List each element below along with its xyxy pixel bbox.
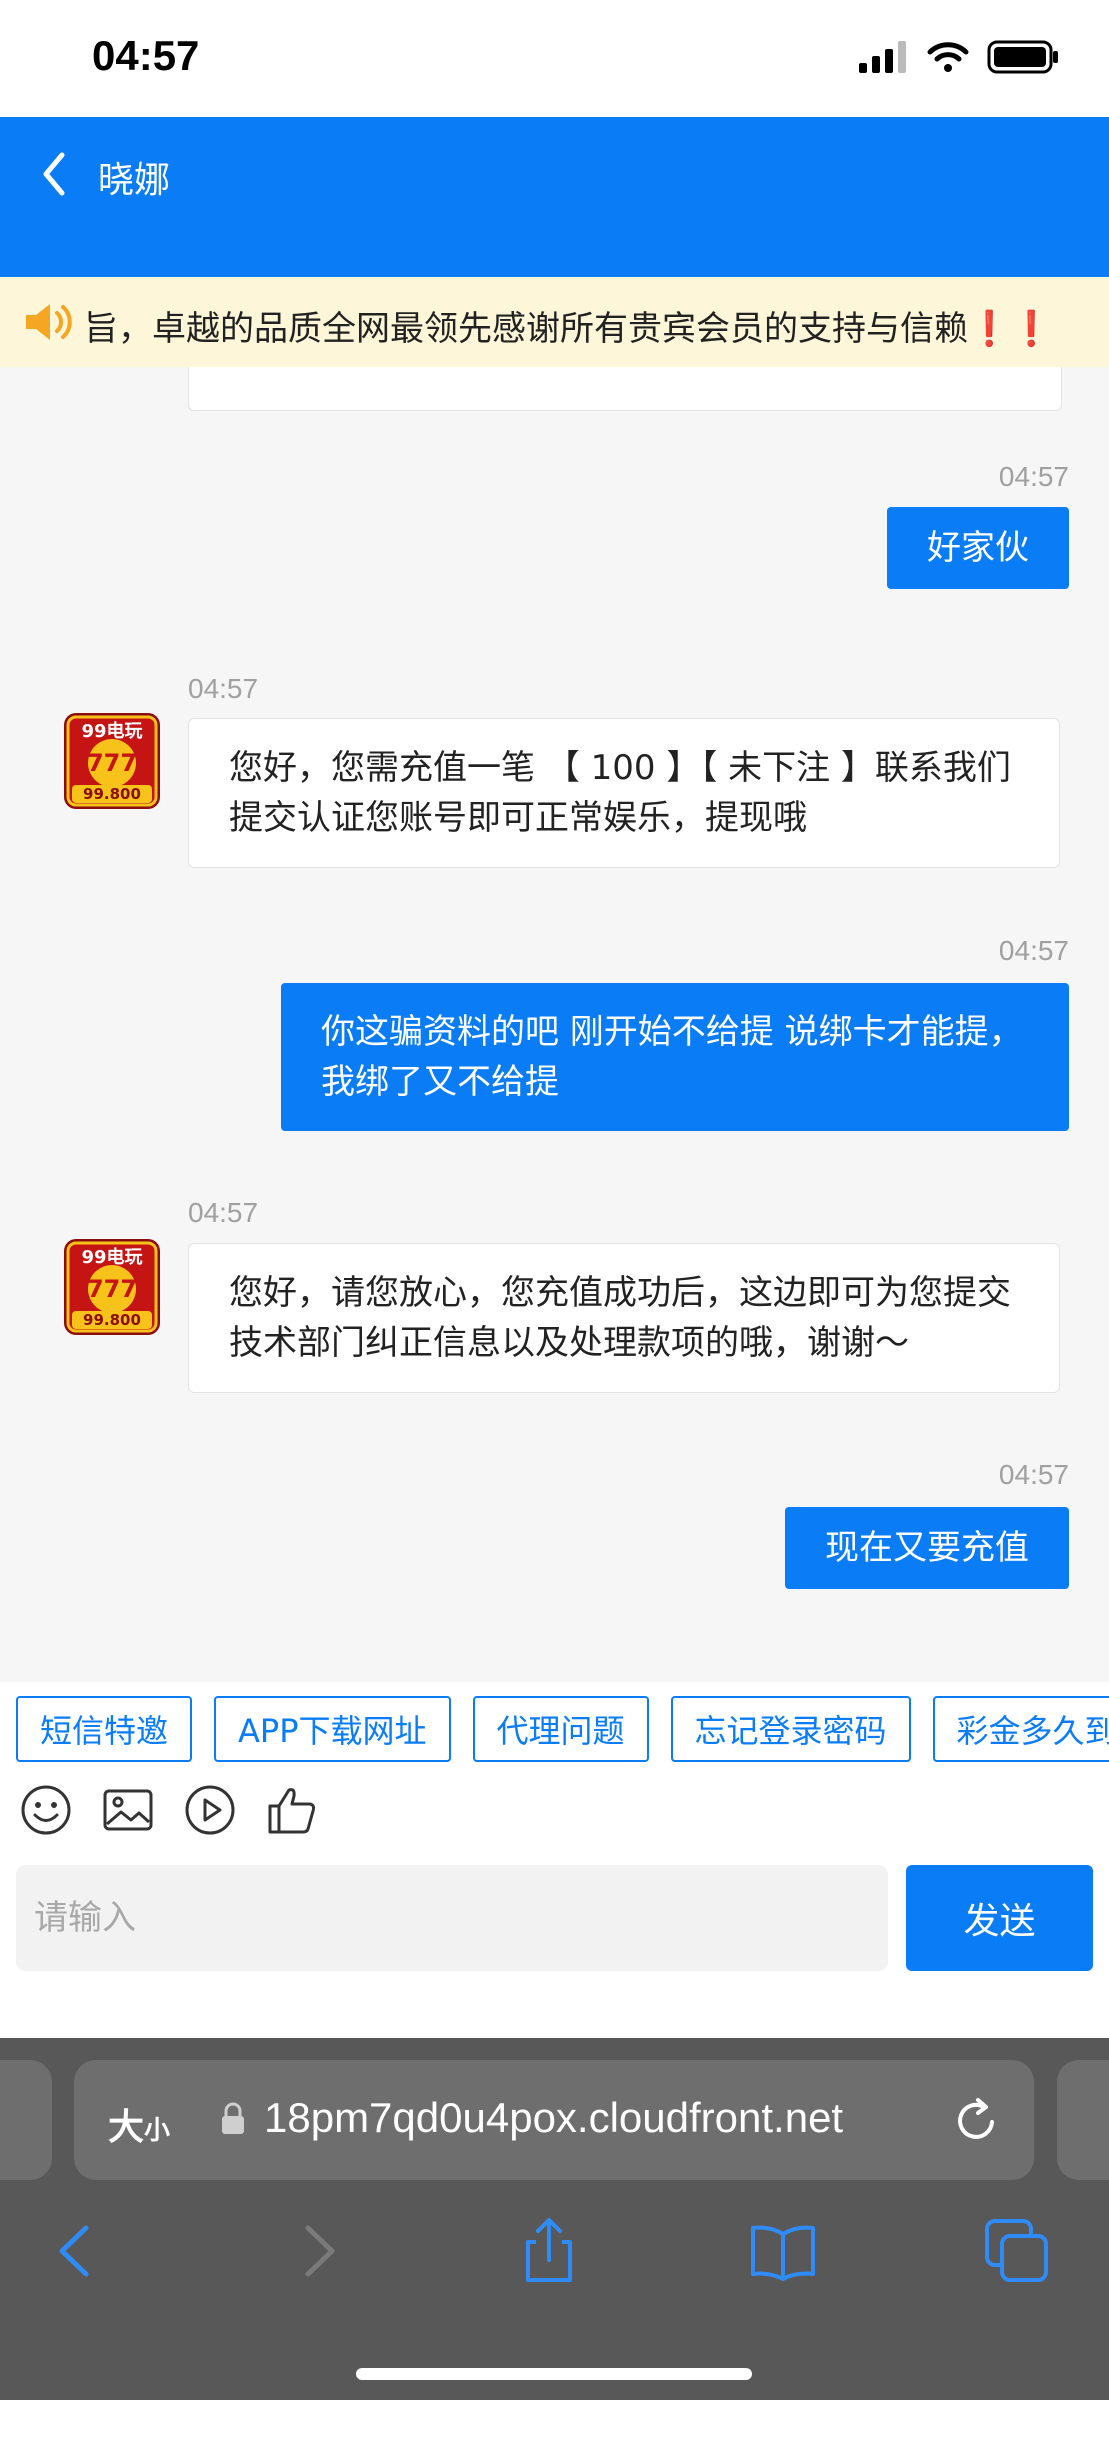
message-time: 04:57 (188, 673, 259, 704)
message-bubble-sent: 现在又要充值 (785, 1507, 1069, 1589)
announcement-body: 旨，卓越的品质全网最领先感谢所有贵宾会员的支持与信赖 (84, 309, 968, 349)
browser-nav (0, 2216, 1109, 2306)
share-icon[interactable] (514, 2216, 584, 2286)
composer-tools (20, 1784, 318, 1836)
agent-avatar[interactable]: 777 99电玩 99.800 (64, 1239, 160, 1335)
message-bubble-received: 您好，您需充值一笔 【 100 】【 未下注 】联系我们提交认证您账号即可正常娱… (188, 718, 1060, 868)
message-bubble-received: 您好，请您放心，您充值成功后，这边即可为您提交技术部门纠正信息以及处理款项的哦，… (188, 1243, 1060, 1393)
svg-text:777: 777 (87, 749, 137, 777)
browser-forward-icon[interactable] (282, 2216, 352, 2286)
thumbs-up-icon[interactable] (266, 1784, 318, 1836)
battery-icon (987, 40, 1058, 74)
quick-reply-forgot-password[interactable]: 忘记登录密码 (670, 1696, 911, 1762)
status-bar: 04:57 (0, 0, 1109, 117)
image-icon[interactable] (102, 1784, 154, 1836)
quick-reply-agent-question[interactable]: 代理问题 (472, 1696, 649, 1762)
text-size-large: 大 (108, 2107, 145, 2148)
contact-name: 晓娜 (98, 160, 171, 201)
announcement-exclamation: ❗❗ (968, 309, 1053, 349)
status-icons (859, 40, 1059, 74)
message-time: 04:57 (188, 1197, 259, 1228)
announcement-banner: 旨，卓越的品质全网最领先感谢所有贵宾会员的支持与信赖❗❗ (0, 277, 1109, 367)
home-indicator[interactable] (356, 2368, 752, 2380)
message-input-wrapper (16, 1865, 888, 1971)
emoji-icon[interactable] (20, 1784, 72, 1836)
tabs-icon[interactable] (982, 2216, 1052, 2286)
announcement-text: 旨，卓越的品质全网最领先感谢所有贵宾会员的支持与信赖❗❗ (84, 301, 1053, 350)
message-bubble-sent: 你这骗资料的吧 刚开始不给提 说绑卡才能提，我绑了又不给提 (281, 983, 1069, 1131)
message-time: 04:57 (998, 935, 1069, 966)
video-icon[interactable] (184, 1784, 236, 1836)
agent-avatar[interactable]: 777 99电玩 99.800 (64, 713, 160, 809)
next-tab-preview[interactable] (1057, 2060, 1109, 2180)
bookmarks-icon[interactable] (748, 2216, 818, 2286)
lock-icon (222, 2102, 244, 2134)
quick-reply-row[interactable]: 短信特邀 APP下载网址 代理问题 忘记登录密码 彩金多久到账 (16, 1696, 1109, 1762)
speaker-icon (26, 304, 72, 340)
send-button[interactable]: 发送 (906, 1865, 1093, 1971)
chat-area[interactable]: 04:57 好家伙 04:57 777 99电玩 99.800 您好，您需充值一… (0, 367, 1109, 1682)
quick-reply-bonus-time[interactable]: 彩金多久到账 (932, 1696, 1109, 1762)
avatar-logo-icon: 777 99电玩 99.800 (64, 713, 160, 809)
previous-tab-preview[interactable] (0, 2060, 52, 2180)
message-time: 04:57 (998, 1459, 1069, 1490)
chat-header: 晓娜 (0, 117, 1109, 277)
text-size-small: 小 (144, 2116, 171, 2146)
browser-back-icon[interactable] (42, 2216, 112, 2286)
quick-reply-app-download[interactable]: APP下载网址 (214, 1696, 451, 1762)
quick-reply-sms-invite[interactable]: 短信特邀 (16, 1696, 193, 1762)
message-bubble-partial (188, 367, 1062, 411)
url-text: 18pm7qd0u4pox.cloudfront.net (264, 2094, 844, 2141)
message-time: 04:57 (998, 461, 1069, 492)
text-size-button[interactable]: 大小 (108, 2098, 170, 2150)
avatar-brand-text: 99电玩 (81, 720, 142, 742)
wifi-icon (927, 42, 969, 72)
reload-icon[interactable] (954, 2096, 1000, 2144)
message-bubble-sent: 好家伙 (887, 507, 1069, 589)
signal-icon (859, 41, 906, 73)
avatar-amount-text: 99.800 (83, 785, 141, 803)
back-icon[interactable] (36, 147, 76, 201)
status-time: 04:57 (92, 32, 200, 79)
browser-toolbar: 大小 18pm7qd0u4pox.cloudfront.net (0, 2038, 1109, 2400)
avatar-brand-text: 99电玩 (81, 1246, 142, 1268)
avatar-logo-icon: 777 99电玩 99.800 (64, 1239, 160, 1335)
avatar-amount-text: 99.800 (83, 1311, 141, 1329)
message-input[interactable] (16, 1865, 882, 1971)
svg-text:777: 777 (87, 1275, 137, 1303)
address-bar[interactable]: 大小 18pm7qd0u4pox.cloudfront.net (74, 2060, 1034, 2180)
